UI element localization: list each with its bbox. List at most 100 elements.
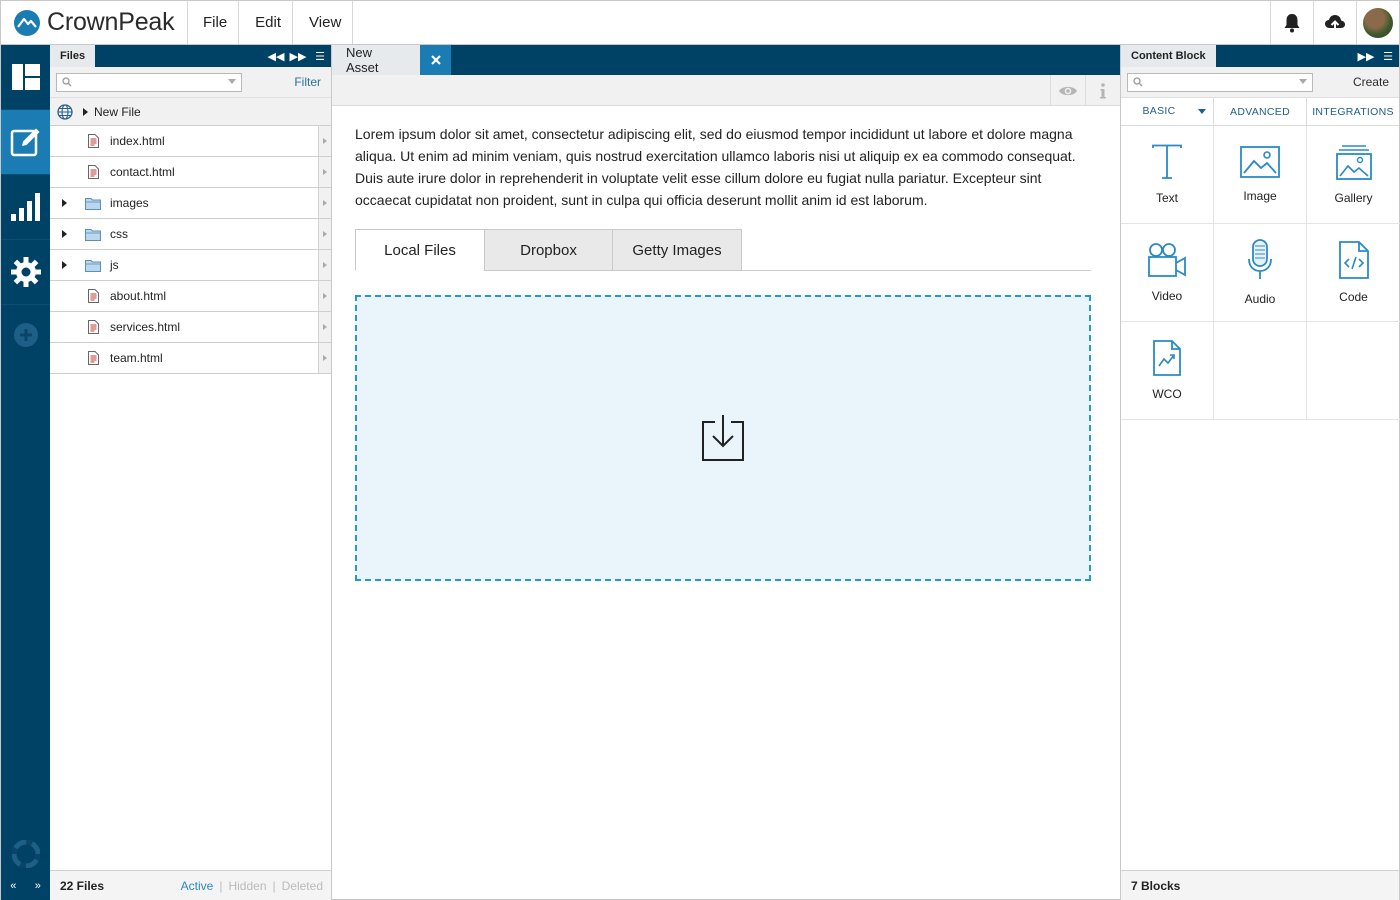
notifications-button[interactable] bbox=[1270, 1, 1313, 44]
menu-file[interactable]: File bbox=[188, 1, 240, 44]
tab-local-files[interactable]: Local Files bbox=[355, 229, 485, 271]
view-hidden[interactable]: Hidden bbox=[228, 879, 266, 893]
tab-advanced[interactable]: ADVANCED bbox=[1214, 98, 1307, 125]
file-row[interactable]: index.html bbox=[50, 126, 331, 157]
row-icon bbox=[78, 351, 108, 365]
folder-row[interactable]: images bbox=[50, 188, 331, 219]
row-more-button[interactable] bbox=[318, 281, 331, 311]
collapse-left-icon[interactable]: « bbox=[10, 880, 16, 892]
row-more-button[interactable] bbox=[318, 250, 331, 280]
content-block-search-input[interactable] bbox=[1151, 76, 1291, 88]
view-active[interactable]: Active bbox=[181, 879, 214, 893]
row-more-button[interactable] bbox=[318, 188, 331, 218]
expand-right-icon[interactable]: ▶▶ bbox=[1355, 50, 1377, 63]
app-window: CrownPeak File Edit View « » Files ◀◀ ▶▶… bbox=[0, 0, 1400, 900]
collapse-right-icon[interactable]: » bbox=[35, 880, 41, 892]
brand-logo[interactable]: CrownPeak bbox=[1, 1, 188, 44]
panel-menu-icon[interactable]: ☰ bbox=[309, 50, 331, 63]
file-row[interactable]: contact.html bbox=[50, 157, 331, 188]
publish-button[interactable] bbox=[1313, 1, 1356, 44]
category-tabs: BASIC ADVANCED INTEGRATIONS bbox=[1121, 98, 1399, 126]
block-gallery[interactable]: Gallery bbox=[1307, 126, 1400, 224]
block-video[interactable]: Video bbox=[1121, 224, 1214, 322]
tab-getty-images[interactable]: Getty Images bbox=[612, 229, 742, 271]
expand-arrow-icon[interactable] bbox=[61, 261, 67, 269]
chevron-down-icon[interactable] bbox=[1198, 109, 1206, 114]
row-icon bbox=[78, 259, 108, 272]
files-panel: Files ◀◀ ▶▶ ☰ Filter New File index.html… bbox=[50, 45, 332, 900]
plus-circle-icon bbox=[13, 323, 38, 347]
file-icon bbox=[87, 165, 99, 179]
text-icon bbox=[1150, 144, 1184, 191]
file-row[interactable]: about.html bbox=[50, 281, 331, 312]
content-block-search-row: Create bbox=[1121, 67, 1399, 98]
block-grid: Text Image Gallery Video Audio Code WCO bbox=[1121, 126, 1400, 420]
new-file-row[interactable]: New File bbox=[50, 98, 331, 126]
block-label: Gallery bbox=[1334, 191, 1373, 205]
chevron-right-icon bbox=[323, 262, 327, 268]
filter-link[interactable]: Filter bbox=[294, 75, 325, 89]
content-block-header: Content Block ▶▶ ☰ bbox=[1121, 45, 1399, 67]
file-row[interactable]: services.html bbox=[50, 312, 331, 343]
row-more-button[interactable] bbox=[318, 343, 331, 373]
row-more-button[interactable] bbox=[318, 312, 331, 342]
row-more-button[interactable] bbox=[318, 219, 331, 249]
view-deleted[interactable]: Deleted bbox=[282, 879, 323, 893]
files-search-input[interactable] bbox=[80, 76, 220, 88]
tab-integrations[interactable]: INTEGRATIONS bbox=[1307, 98, 1399, 125]
close-tab-button[interactable] bbox=[420, 45, 451, 75]
view-separator: | bbox=[219, 878, 223, 893]
globe-icon bbox=[57, 103, 73, 120]
expand-arrow-icon[interactable] bbox=[61, 230, 67, 238]
row-more-button[interactable] bbox=[318, 126, 331, 156]
menu-edit[interactable]: Edit bbox=[239, 1, 294, 44]
preview-button[interactable] bbox=[1050, 75, 1085, 106]
row-more-button[interactable] bbox=[318, 157, 331, 187]
collapse-left-icon[interactable]: ◀◀ bbox=[265, 50, 287, 63]
block-wco[interactable]: WCO bbox=[1121, 322, 1214, 420]
chevron-down-icon[interactable] bbox=[228, 79, 236, 85]
expand-arrow-icon[interactable] bbox=[83, 107, 88, 116]
folder-icon bbox=[85, 197, 101, 210]
content-block-search-box[interactable] bbox=[1127, 72, 1313, 92]
folder-row[interactable]: css bbox=[50, 219, 331, 250]
folder-icon bbox=[85, 259, 101, 272]
file-icon bbox=[87, 134, 99, 148]
panel-menu-icon[interactable]: ☰ bbox=[1377, 50, 1399, 63]
edit-icon bbox=[10, 128, 39, 157]
expander bbox=[50, 261, 78, 269]
user-avatar bbox=[1363, 7, 1393, 38]
crownpeak-logo-icon bbox=[14, 9, 40, 36]
rail-dashboard[interactable] bbox=[1, 45, 50, 110]
block-label: Audio bbox=[1244, 292, 1276, 306]
file-dropzone[interactable] bbox=[355, 295, 1091, 581]
expand-arrow-icon[interactable] bbox=[61, 199, 67, 207]
expand-right-icon[interactable]: ▶▶ bbox=[287, 50, 309, 63]
empty-block-cell bbox=[1214, 322, 1307, 420]
rail-add-button[interactable] bbox=[1, 315, 50, 355]
menu-view[interactable]: View bbox=[293, 1, 354, 44]
expander bbox=[50, 230, 78, 238]
rail-settings[interactable] bbox=[1, 240, 50, 305]
asset-description: Lorem ipsum dolor sit amet, consectetur … bbox=[355, 126, 1076, 208]
tab-basic[interactable]: BASIC bbox=[1121, 98, 1214, 125]
info-button[interactable] bbox=[1085, 75, 1120, 106]
file-icon bbox=[87, 289, 99, 303]
chevron-right-icon bbox=[323, 355, 327, 361]
block-audio[interactable]: Audio bbox=[1214, 224, 1307, 322]
block-code[interactable]: Code bbox=[1307, 224, 1400, 322]
block-text[interactable]: Text bbox=[1121, 126, 1214, 224]
user-menu-button[interactable] bbox=[1356, 1, 1399, 44]
folder-row[interactable]: js bbox=[50, 250, 331, 281]
block-image[interactable]: Image bbox=[1214, 126, 1307, 224]
file-row[interactable]: team.html bbox=[50, 343, 331, 374]
rail-help-button[interactable] bbox=[1, 835, 50, 873]
files-search-box[interactable] bbox=[56, 72, 242, 92]
chevron-down-icon[interactable] bbox=[1299, 79, 1307, 85]
rail-edit[interactable] bbox=[1, 110, 50, 175]
create-link[interactable]: Create bbox=[1353, 75, 1393, 89]
rail-reports[interactable] bbox=[1, 175, 50, 240]
block-label: WCO bbox=[1152, 387, 1182, 401]
tab-dropbox[interactable]: Dropbox bbox=[484, 229, 613, 271]
tab-new-asset[interactable]: New Asset bbox=[332, 45, 420, 75]
